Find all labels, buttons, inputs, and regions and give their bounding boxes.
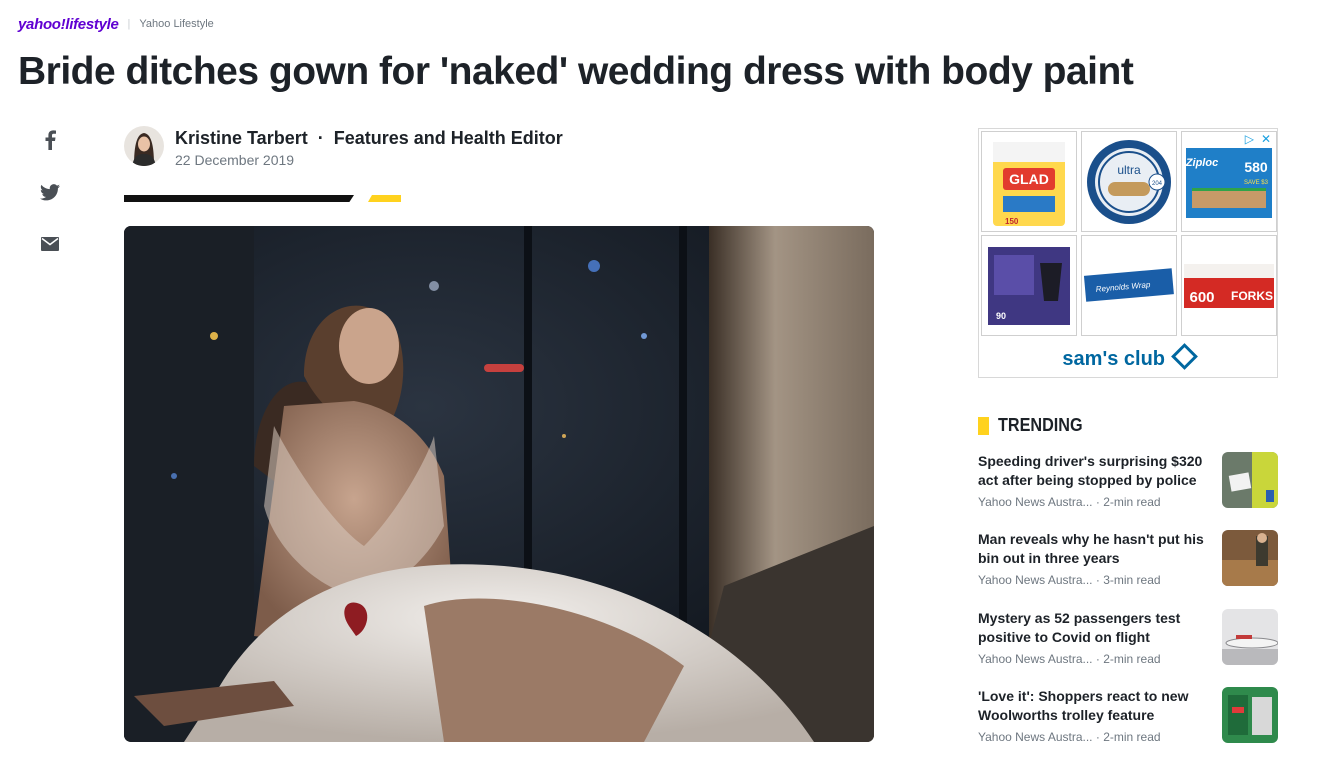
email-share-button[interactable] xyxy=(38,232,62,256)
ad-ziploc-count: 580 xyxy=(1244,159,1268,175)
trending-item[interactable]: Man reveals why he hasn't put his bin ou… xyxy=(978,530,1278,602)
article-hero-image[interactable] xyxy=(124,226,874,742)
author-role: Features and Health Editor xyxy=(333,128,563,148)
ad-ultra-count: 204 xyxy=(1152,181,1163,187)
sams-club-ad[interactable]: GLAD 150 ultra 204 Ziploc 580 SAVE $3 90… xyxy=(978,128,1278,378)
ad-glad-count: 150 xyxy=(1005,217,1019,226)
share-bar xyxy=(38,128,62,284)
section-divider-bar xyxy=(124,195,354,202)
ad-glad-label: GLAD xyxy=(1009,171,1049,187)
mail-icon xyxy=(41,237,59,251)
trending-item[interactable]: Speeding driver's surprising $320 act af… xyxy=(978,452,1278,524)
trending-meta: Yahoo News Austra... · 2-min read xyxy=(978,495,1161,509)
sams-club-label: sam's club xyxy=(1062,348,1165,370)
trending-item[interactable]: Mystery as 52 passengers test positive t… xyxy=(978,609,1278,681)
publish-date: 22 December 2019 xyxy=(175,152,295,168)
trending-thumbnail[interactable] xyxy=(1222,530,1278,586)
author-name[interactable]: Kristine Tarbert xyxy=(175,128,308,148)
ad-ziploc-tag: SAVE $3 xyxy=(1244,180,1269,186)
author-avatar[interactable] xyxy=(124,126,164,166)
section-divider-accent xyxy=(368,195,401,202)
trending-headline[interactable]: Speeding driver's surprising $320 act af… xyxy=(978,452,1206,490)
site-header: yahoo!lifestyle | Yahoo Lifestyle xyxy=(18,14,214,34)
trending-thumbnail[interactable] xyxy=(1222,452,1278,508)
ad-cups-count: 90 xyxy=(996,311,1006,321)
section-link[interactable]: Yahoo Lifestyle xyxy=(139,18,213,30)
facebook-icon xyxy=(45,130,56,150)
ad-product-glad[interactable]: GLAD 150 xyxy=(981,131,1077,232)
ad-product-party-cups[interactable]: 90 xyxy=(981,235,1077,336)
trending-thumbnail[interactable] xyxy=(1222,609,1278,665)
ad-forks-count: 600 xyxy=(1189,289,1214,306)
trending-accent xyxy=(978,416,989,435)
trending-meta: Yahoo News Austra... · 2-min read xyxy=(978,730,1161,744)
article-headline: Bride ditches gown for 'naked' wedding d… xyxy=(18,50,1134,93)
trending-headline[interactable]: Mystery as 52 passengers test positive t… xyxy=(978,609,1206,647)
ad-product-ultra-plates[interactable]: ultra 204 xyxy=(1081,131,1177,232)
diamond-icon xyxy=(1170,343,1198,370)
ad-choices[interactable]: ▷ ✕ xyxy=(1245,132,1271,146)
yahoo-lifestyle-logo[interactable]: yahoo!lifestyle xyxy=(18,16,119,33)
adchoices-icon[interactable]: ▷ xyxy=(1245,132,1254,146)
ad-product-ziploc[interactable]: Ziploc 580 SAVE $3 xyxy=(1181,131,1277,232)
ad-product-grid: GLAD 150 ultra 204 Ziploc 580 SAVE $3 90… xyxy=(981,131,1277,336)
ad-ultra-label: ultra xyxy=(1117,163,1141,177)
trending-headline[interactable]: 'Love it': Shoppers react to new Woolwor… xyxy=(978,687,1206,725)
byline-separator: · xyxy=(317,128,324,148)
facebook-share-button[interactable] xyxy=(38,128,62,152)
trending-header: TRENDING xyxy=(978,415,1092,436)
ad-product-forks[interactable]: 600 FORKS xyxy=(1181,235,1277,336)
twitter-share-button[interactable] xyxy=(38,180,62,204)
trending-meta: Yahoo News Austra... · 3-min read xyxy=(978,573,1161,587)
trending-meta: Yahoo News Austra... · 2-min read xyxy=(978,652,1161,666)
ad-product-reynolds-wrap[interactable]: Reynolds Wrap xyxy=(1081,235,1177,336)
ad-forks-label: FORKS xyxy=(1231,289,1273,303)
twitter-icon xyxy=(40,183,60,200)
trending-headline[interactable]: Man reveals why he hasn't put his bin ou… xyxy=(978,530,1206,568)
trending-title: TRENDING xyxy=(998,415,1083,435)
byline: Kristine Tarbert · Features and Health Edi… xyxy=(124,126,563,168)
ad-ziploc-label: Ziploc xyxy=(1185,157,1218,169)
trending-thumbnail[interactable] xyxy=(1222,687,1278,743)
close-icon[interactable]: ✕ xyxy=(1261,132,1271,146)
ad-advertiser-logo[interactable]: sam's club xyxy=(979,343,1277,371)
header-divider: | xyxy=(127,18,131,30)
image-caption-peek xyxy=(124,748,874,763)
trending-item[interactable]: 'Love it': Shoppers react to new Woolwor… xyxy=(978,687,1278,759)
